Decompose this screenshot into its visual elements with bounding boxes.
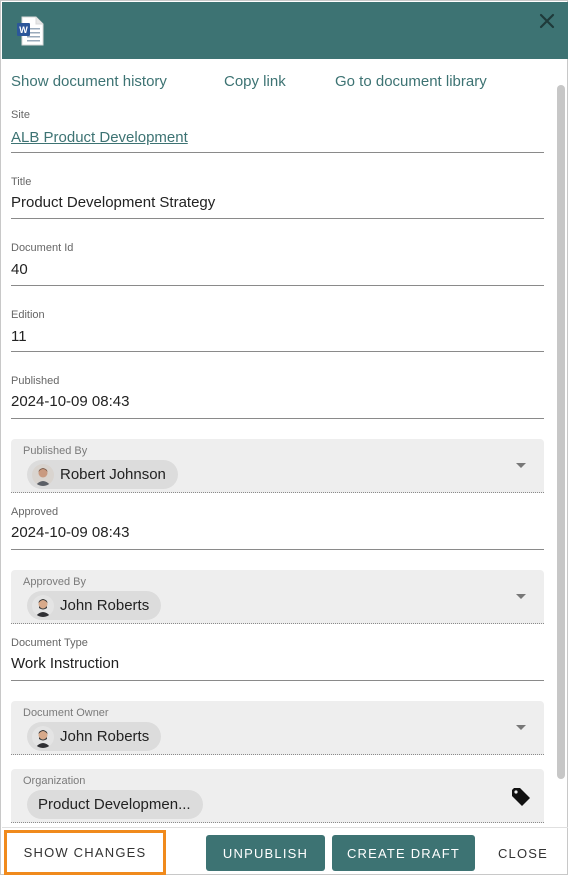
svg-text:W: W [19,25,28,35]
document-id-field[interactable]: Document Id 40 [11,242,544,286]
show-changes-button[interactable]: SHOW CHANGES [4,830,166,875]
document-type-label: Document Type [11,637,88,649]
published-by-name: Robert Johnson [60,466,166,483]
document-id-label: Document Id [11,242,74,254]
published-by-select[interactable]: Published By Robert Johnson [11,439,544,493]
site-link[interactable]: ALB Product Development [11,129,188,146]
close-button[interactable]: CLOSE [487,835,559,871]
document-id-value: 40 [11,261,28,278]
edition-value: 11 [11,328,27,345]
site-field: Site ALB Product Development [11,109,544,153]
avatar [32,725,54,748]
close-icon[interactable] [536,10,558,32]
published-label: Published [11,375,60,387]
footer-divider [2,827,568,828]
document-owner-name: John Roberts [60,728,150,745]
approved-by-select[interactable]: Approved By John Roberts [11,570,544,624]
document-type-value: Work Instruction [11,655,120,672]
avatar [32,463,54,486]
avatar [32,594,54,617]
published-by-chip[interactable]: Robert Johnson [27,460,178,489]
copy-link[interactable]: Copy link [224,73,286,90]
dialog-header: W [2,2,568,59]
title-field[interactable]: Title Product Development Strategy [11,176,544,219]
document-dialog: W Show document history Copy link Go to … [0,0,568,875]
approved-by-label: Approved By [23,576,86,588]
document-owner-label: Document Owner [23,707,109,719]
title-value: Product Development Strategy [11,194,216,211]
approved-label: Approved [11,506,59,518]
organization-name: Product Developmen... [38,796,191,813]
approved-by-name: John Roberts [60,597,150,614]
scrollbar[interactable] [557,85,565,779]
organization-chip[interactable]: Product Developmen... [27,790,203,819]
approved-by-chip[interactable]: John Roberts [27,591,162,620]
word-document-icon: W [17,16,44,46]
organization-label: Organization [23,775,86,787]
chevron-down-icon[interactable] [516,725,526,730]
organization-select[interactable]: Organization Product Developmen... [11,769,544,823]
document-owner-chip[interactable]: John Roberts [27,722,162,751]
document-owner-select[interactable]: Document Owner John Roberts [11,701,544,755]
site-label: Site [11,109,30,121]
tag-icon[interactable] [510,786,532,808]
edition-label: Edition [11,309,45,321]
chevron-down-icon[interactable] [516,463,526,468]
document-type-field[interactable]: Document Type Work Instruction [11,637,544,681]
create-draft-button[interactable]: CREATE DRAFT [332,835,475,871]
published-field[interactable]: Published 2024-10-09 08:43 [11,375,544,419]
show-document-history-link[interactable]: Show document history [11,73,167,90]
approved-value: 2024-10-09 08:43 [11,524,130,541]
published-by-label: Published By [23,445,88,457]
approved-field[interactable]: Approved 2024-10-09 08:43 [11,506,544,550]
published-value: 2024-10-09 08:43 [11,393,130,410]
chevron-down-icon[interactable] [516,594,526,599]
edition-field[interactable]: Edition 11 [11,309,544,352]
go-to-document-library-link[interactable]: Go to document library [335,73,487,90]
unpublish-button[interactable]: UNPUBLISH [206,835,325,871]
title-label: Title [11,176,32,188]
